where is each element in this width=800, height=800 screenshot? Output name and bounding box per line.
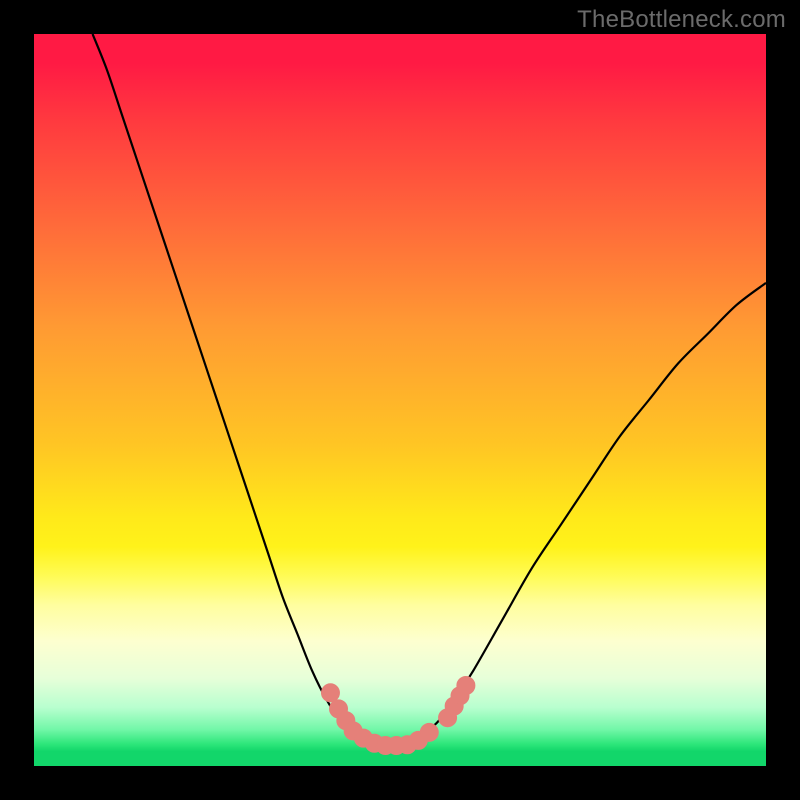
curve-marker xyxy=(420,723,438,741)
curve-marker xyxy=(321,684,339,702)
plot-area xyxy=(34,34,766,766)
bottleneck-curve xyxy=(93,34,766,745)
watermark-text: TheBottleneck.com xyxy=(577,6,786,34)
curve-markers xyxy=(321,676,474,754)
chart-frame: TheBottleneck.com xyxy=(0,0,800,800)
curve-marker xyxy=(457,676,475,694)
curve-svg xyxy=(34,34,766,766)
